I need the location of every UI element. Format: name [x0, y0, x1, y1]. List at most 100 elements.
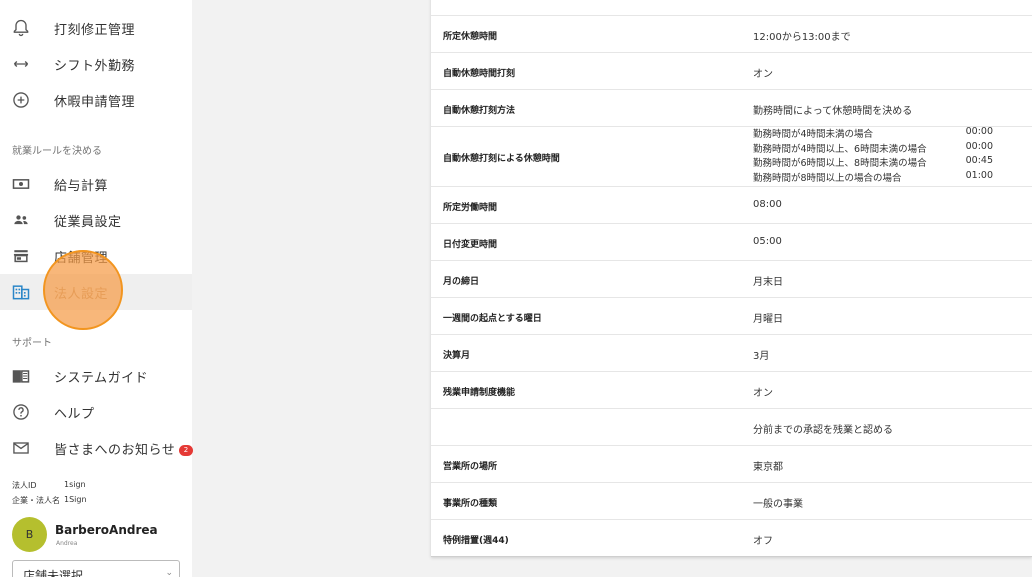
break-rule-line: 勤務時間が4時間未満の場合 00:00: [753, 126, 993, 141]
row-value: 勤務時間によって休憩時間を決める: [753, 106, 913, 117]
row-value: 12:00から13:00まで: [753, 32, 851, 43]
break-rule-text: 勤務時間が4時間未満の場合: [753, 129, 874, 140]
table-row: 分前までの承認を残業と認める: [431, 409, 1032, 446]
notification-badge: 2: [179, 445, 194, 456]
row-label: 自動休憩時間打刻: [443, 69, 516, 79]
section-label-rules: 就業ルールを決める: [12, 146, 102, 157]
table-row: 決算月 3月: [431, 335, 1032, 372]
sidebar-item-label: 従業員設定: [54, 215, 122, 230]
row-value: 一般の事業: [753, 499, 803, 510]
table-row: 残業申請制度機能 オン: [431, 372, 1032, 409]
user-name: BarberoAndrea: [55, 523, 158, 537]
row-label: 事業所の種類: [443, 499, 498, 509]
sidebar-item-label: 法人設定: [54, 287, 109, 302]
break-rule-time: 00:45: [965, 155, 993, 166]
table-row: 特例措置(週44) オフ: [431, 520, 1032, 557]
row-value: 月末日: [753, 277, 783, 288]
table-row: 日付変更時間 05:00: [431, 224, 1032, 261]
row-label: 決算月: [443, 351, 471, 361]
row-value: 05:00: [753, 236, 782, 247]
break-time-rules: 勤務時間が4時間未満の場合 00:00 勤務時間が4時間以上、6時間未満の場合 00…: [753, 126, 993, 184]
break-rule-line: 勤務時間が4時間以上、6時間未満の場合 00:00: [753, 141, 993, 156]
row-value: オン: [753, 69, 773, 80]
sidebar: 打刻修正管理 シフト外勤務 休暇申請管理 就業ルールを決める 給与計算 従業員設…: [0, 0, 194, 577]
row-label: 月の締日: [443, 277, 480, 287]
section-label-support: サポート: [12, 338, 52, 349]
row-value: 月曜日: [753, 314, 783, 325]
row-label: 特例措置(週44): [443, 536, 509, 546]
break-rule-time: 01:00: [965, 169, 993, 181]
sidebar-item-off-shift-work[interactable]: シフト外勤務: [0, 46, 192, 82]
row-label: 所定労働時間: [443, 203, 498, 213]
sidebar-item-help[interactable]: ヘルプ: [0, 394, 192, 430]
book-icon: [11, 366, 31, 386]
settings-panel: 所定休憩時間 12:00から13:00まで 自動休憩時間打刻 オン 自動休憩打刻…: [431, 0, 1032, 557]
row-label: 所定休憩時間: [443, 32, 498, 42]
sidebar-item-label: システムガイド: [54, 371, 149, 386]
corp-id-value: 1sign: [64, 480, 86, 489]
store-select[interactable]: 店舗未選択 ⌄: [12, 560, 180, 577]
sidebar-item-store-management[interactable]: 店舗管理: [0, 238, 192, 274]
table-row: 月の締日 月末日: [431, 261, 1032, 298]
break-rule-text: 勤務時間が6時間以上、8時間未満の場合: [753, 158, 927, 169]
break-rule-line: 勤務時間が6時間以上、8時間未満の場合 00:45: [753, 155, 993, 170]
mail-icon: [11, 438, 31, 458]
table-row: [431, 0, 1032, 16]
sidebar-item-punch-correction[interactable]: 打刻修正管理: [0, 10, 192, 46]
break-rule-time: 00:00: [965, 140, 993, 152]
table-row: 所定休憩時間 12:00から13:00まで: [431, 16, 1032, 53]
break-rule-text: 勤務時間が8時間以上の場合の場合: [753, 172, 902, 184]
sidebar-item-system-guide[interactable]: システムガイド: [0, 358, 192, 394]
corp-name-value: 1Sign: [64, 495, 87, 504]
row-label: 一週間の起点とする曜日: [443, 314, 542, 324]
sidebar-item-label-wrap: 皆さまへのお知らせ 2: [54, 439, 194, 458]
sidebar-item-label: 打刻修正管理: [54, 23, 136, 38]
arrows-horizontal-icon: [11, 54, 31, 74]
bell-icon: [11, 18, 31, 38]
row-value: オン: [753, 388, 773, 399]
break-rule-text: 勤務時間が4時間以上、6時間未満の場合: [753, 143, 927, 155]
sidebar-item-label: 給与計算: [54, 179, 109, 194]
store-icon: [11, 246, 31, 266]
user-subname: Andrea: [56, 540, 78, 547]
corp-name-label: 企業・法人名: [12, 496, 60, 505]
table-row: 営業所の場所 東京都: [431, 446, 1032, 483]
store-select-value: 店舗未選択: [23, 569, 84, 577]
table-row: 所定労働時間 08:00: [431, 187, 1032, 224]
break-rule-line: 勤務時間が8時間以上の場合の場合 01:00: [753, 170, 993, 185]
sidebar-item-label: 休暇申請管理: [54, 95, 136, 110]
sidebar-item-label: シフト外勤務: [54, 59, 136, 74]
avatar[interactable]: B: [12, 517, 47, 552]
sidebar-item-label: 店舗管理: [54, 251, 109, 266]
corp-id-row: 法人ID 1sign: [12, 480, 86, 491]
money-icon: [11, 174, 31, 194]
row-label: 自動休憩打刻方法: [443, 106, 516, 116]
table-row: 自動休憩時間打刻 オン: [431, 53, 1032, 90]
row-label: 日付変更時間: [443, 240, 498, 250]
row-value: 3月: [753, 351, 770, 362]
sidebar-item-corporate-settings[interactable]: 法人設定: [0, 274, 192, 310]
row-label: 自動休憩打刻による休憩時間: [443, 154, 560, 164]
sidebar-item-label: 皆さまへのお知らせ: [54, 443, 176, 458]
sidebar-item-label: ヘルプ: [54, 407, 95, 422]
plus-circle-icon: [11, 90, 31, 110]
table-row: 自動休憩打刻方法 勤務時間によって休憩時間を決める: [431, 90, 1032, 127]
row-label: 残業申請制度機能: [443, 388, 516, 398]
row-value: 08:00: [753, 199, 782, 210]
sidebar-item-payroll[interactable]: 給与計算: [0, 166, 192, 202]
sidebar-item-employee-settings[interactable]: 従業員設定: [0, 202, 192, 238]
corp-id-label: 法人ID: [12, 481, 37, 490]
break-rule-time: 00:00: [965, 126, 993, 137]
row-value: 分前までの承認を残業と認める: [753, 425, 893, 436]
sidebar-item-notices[interactable]: 皆さまへのお知らせ 2: [0, 430, 194, 466]
row-value: オフ: [753, 536, 773, 547]
table-row: 自動休憩打刻による休憩時間 勤務時間が4時間未満の場合 00:00 勤務時間が4時…: [431, 126, 1032, 187]
row-value: 東京都: [753, 462, 783, 473]
sidebar-item-leave-requests[interactable]: 休暇申請管理: [0, 82, 192, 118]
building-icon: [11, 282, 31, 302]
table-row: 事業所の種類 一般の事業: [431, 483, 1032, 520]
help-circle-icon: [11, 402, 31, 422]
corp-name-row: 企業・法人名 1Sign: [12, 495, 87, 506]
chevron-down-icon: ⌄: [165, 568, 173, 577]
people-icon: [11, 210, 31, 230]
